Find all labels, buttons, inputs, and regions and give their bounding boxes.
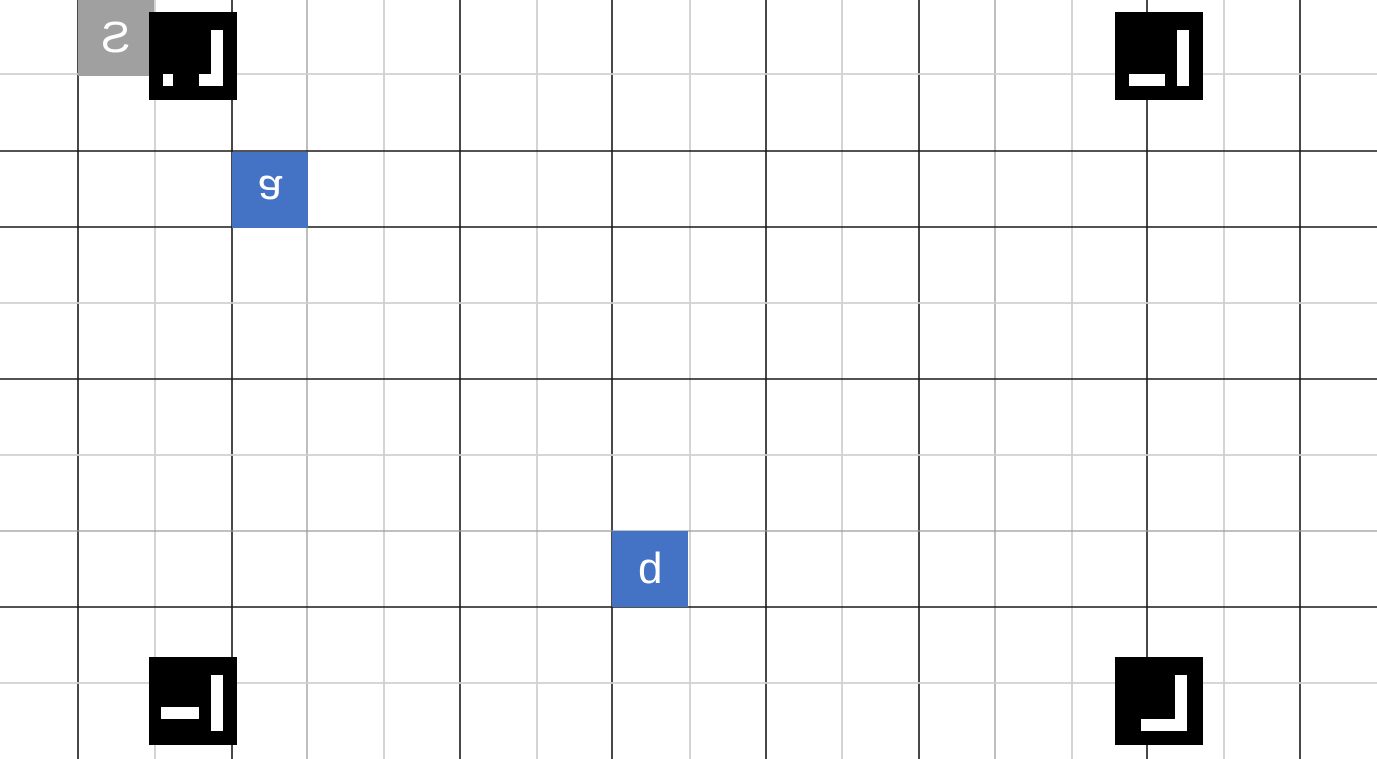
fiducial-marker-icon — [149, 657, 237, 745]
grid-lines — [0, 0, 1377, 759]
tile-s[interactable]: S — [78, 0, 154, 76]
marker-bottom-right — [1115, 657, 1203, 745]
marker-bottom-left — [149, 657, 237, 745]
tile-b[interactable]: b — [612, 531, 688, 607]
tile-a-label: a — [257, 166, 283, 215]
fiducial-marker-icon — [1115, 12, 1203, 100]
marker-top-left — [149, 12, 237, 100]
game-board: S a b — [0, 0, 1377, 759]
tile-s-label: S — [101, 13, 131, 62]
marker-top-right — [1115, 12, 1203, 100]
tile-b-label: b — [637, 544, 663, 593]
fiducial-marker-icon — [149, 12, 237, 100]
fiducial-marker-icon — [1115, 657, 1203, 745]
tile-a[interactable]: a — [232, 152, 308, 228]
